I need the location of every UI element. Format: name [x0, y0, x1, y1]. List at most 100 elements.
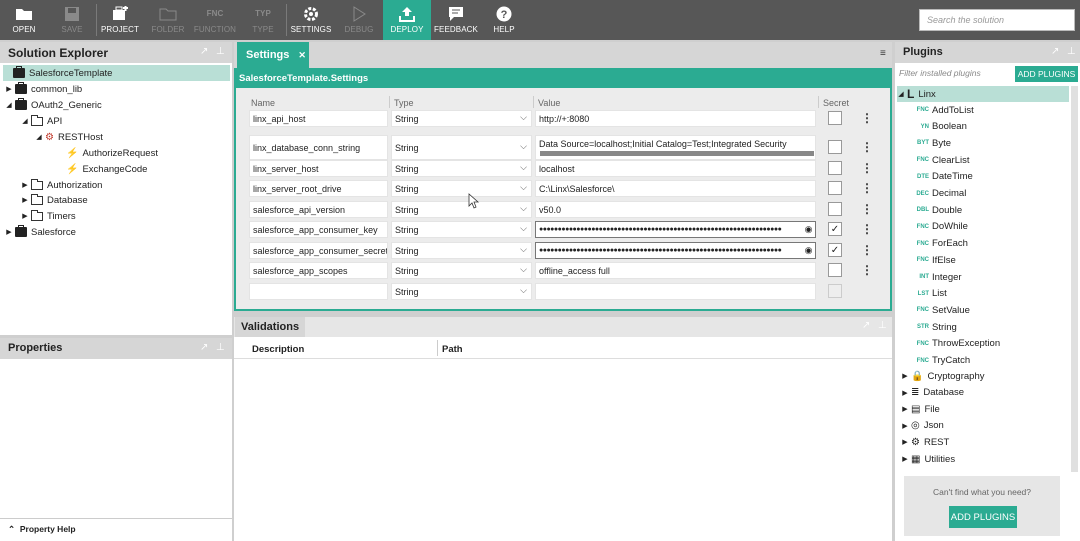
tab-settings[interactable]: Settings ✕	[237, 42, 309, 68]
tree-item-common-lib[interactable]: ▶ common_lib	[5, 81, 82, 97]
deploy-button[interactable]: DEPLOY	[383, 0, 431, 40]
row-menu-icon[interactable]: ⋮	[861, 141, 873, 153]
setting-name-cell[interactable]: salesforce_app_scopes	[249, 262, 388, 279]
setting-type-cell[interactable]: String ⌵	[391, 262, 532, 279]
setting-type-cell[interactable]: String ⌵	[391, 283, 532, 300]
plugin-item[interactable]: INT Integer	[913, 269, 961, 285]
eye-icon[interactable]: ◉	[804, 245, 813, 256]
plugins-scrollbar[interactable]	[1071, 86, 1078, 472]
plugin-item[interactable]: BYT Byte	[913, 135, 951, 151]
settings-button[interactable]: SETTINGS	[289, 0, 333, 40]
close-icon[interactable]: ✕	[298, 50, 306, 60]
plugin-item[interactable]: LST List	[913, 286, 947, 302]
tree-item-database[interactable]: ▶ Database	[21, 192, 88, 208]
tree-item-salesforce[interactable]: ▶ Salesforce	[5, 224, 76, 240]
plugin-group[interactable]: ▶ ≣ Database	[901, 385, 964, 401]
row-menu-icon[interactable]: ⋮	[861, 264, 873, 276]
pin-icon[interactable]: ⊥	[1067, 46, 1076, 57]
plugin-group[interactable]: ▶ ⚙ REST	[901, 434, 949, 450]
setting-name-cell[interactable]	[249, 283, 388, 300]
undock-icon[interactable]: ↗	[862, 320, 870, 331]
setting-value-cell[interactable]: v50.0	[535, 201, 816, 218]
tree-item-timers[interactable]: ▶ Timers	[21, 208, 76, 224]
row-menu-icon[interactable]: ⋮	[861, 112, 873, 124]
row-menu-icon[interactable]: ⋮	[861, 203, 873, 215]
undock-icon[interactable]: ↗	[200, 46, 208, 57]
type-button[interactable]: TYP TYPE	[244, 0, 282, 40]
setting-name-cell[interactable]: salesforce_app_consumer_secret	[249, 242, 388, 259]
folder-button[interactable]: FOLDER	[148, 0, 188, 40]
tree-item-api[interactable]: ◢ API	[21, 113, 62, 129]
plugin-group[interactable]: ▶ ▦ Utilities	[901, 451, 955, 467]
plugin-item[interactable]: FNC IfElse	[913, 252, 956, 268]
tree-item-authorization[interactable]: ▶ Authorization	[21, 177, 102, 193]
plugin-item[interactable]: FNC ThrowException	[913, 336, 1000, 352]
function-button[interactable]: FNC FUNCTION	[192, 0, 238, 40]
feedback-button[interactable]: FEEDBACK	[433, 0, 479, 40]
tree-item-oauth2-generic[interactable]: ◢ OAuth2_Generic	[5, 97, 102, 113]
tree-item-exchangecode[interactable]: ⚡ ExchangeCode	[66, 161, 147, 177]
setting-type-cell[interactable]: String ⌵	[391, 221, 532, 238]
add-plugins-button[interactable]: ADD PLUGINS	[1015, 66, 1078, 82]
plugin-group-linx[interactable]: ◢ L Linx	[897, 86, 1069, 102]
setting-value-cell[interactable]: ●●●●●●●●●●●●●●●●●●●●●●●●●●●●●●●●●●●●●●●●…	[535, 242, 816, 259]
setting-name-cell[interactable]: linx_database_conn_string	[249, 135, 388, 160]
plugin-item[interactable]: FNC DoWhile	[913, 219, 968, 235]
setting-name-cell[interactable]: linx_server_host	[249, 160, 388, 177]
tree-item-salesforcetemplate[interactable]: SalesforceTemplate	[3, 65, 230, 81]
pin-icon[interactable]: ⊥	[216, 46, 225, 57]
search-input[interactable]: Search the solution	[919, 9, 1075, 31]
tree-item-resthost[interactable]: ◢ ⚙ RESTHost	[35, 129, 103, 145]
tab-list-icon[interactable]: ≡	[880, 48, 886, 59]
undock-icon[interactable]: ↗	[1051, 46, 1059, 57]
open-button[interactable]: OPEN	[4, 0, 44, 40]
plugin-item[interactable]: FNC AddToList	[913, 102, 974, 118]
setting-value-cell[interactable]: http://+:8080	[535, 110, 816, 127]
plugin-item[interactable]: STR String	[913, 319, 957, 335]
property-help-toggle[interactable]: ⌃ Property Help	[8, 524, 76, 535]
undock-icon[interactable]: ↗	[200, 342, 208, 353]
row-menu-icon[interactable]: ⋮	[861, 223, 873, 235]
setting-name-cell[interactable]: linx_server_root_drive	[249, 180, 388, 197]
debug-button[interactable]: DEBUG	[339, 0, 379, 40]
plugin-item[interactable]: FNC SetValue	[913, 302, 970, 318]
setting-name-cell[interactable]: linx_api_host	[249, 110, 388, 127]
plugin-item[interactable]: DEC Decimal	[913, 186, 966, 202]
setting-value-cell[interactable]	[535, 283, 816, 300]
setting-value-cell[interactable]: localhost	[535, 160, 816, 177]
secret-checkbox[interactable]	[828, 111, 842, 125]
setting-type-cell[interactable]: String ⌵	[391, 160, 532, 177]
secret-checkbox[interactable]	[828, 181, 842, 195]
plugin-item[interactable]: FNC TryCatch	[913, 353, 971, 369]
add-plugins-button-bottom[interactable]: ADD PLUGINS	[949, 506, 1017, 528]
secret-checkbox[interactable]	[828, 140, 842, 154]
plugin-item[interactable]: YN Boolean	[913, 119, 967, 135]
setting-type-cell[interactable]: String ⌵	[391, 180, 532, 197]
tree-item-authorizerequest[interactable]: ⚡ AuthorizeRequest	[66, 145, 158, 161]
secret-checkbox[interactable]	[828, 263, 842, 277]
pin-icon[interactable]: ⊥	[216, 342, 225, 353]
horizontal-scrollbar[interactable]	[540, 151, 814, 156]
setting-type-cell[interactable]: String ⌵	[391, 201, 532, 218]
setting-value-cell[interactable]: Data Source=localhost;Initial Catalog=Te…	[535, 135, 816, 160]
setting-type-cell[interactable]: String ⌵	[391, 135, 532, 160]
plugin-item[interactable]: FNC ForEach	[913, 236, 968, 252]
plugin-item[interactable]: FNC ClearList	[913, 152, 970, 168]
row-menu-icon[interactable]: ⋮	[861, 162, 873, 174]
plugin-group[interactable]: ▶ ▤ File	[901, 401, 939, 417]
setting-name-cell[interactable]: salesforce_app_consumer_key	[249, 221, 388, 238]
setting-value-cell[interactable]: offline_access full	[535, 262, 816, 279]
secret-checkbox[interactable]	[828, 161, 842, 175]
plugin-filter-input[interactable]: Filter installed plugins	[899, 68, 1011, 82]
secret-checkbox[interactable]: ✓	[828, 243, 842, 257]
setting-type-cell[interactable]: String ⌵	[391, 242, 532, 259]
help-button[interactable]: ? HELP	[486, 0, 522, 40]
row-menu-icon[interactable]: ⋮	[861, 182, 873, 194]
setting-value-cell[interactable]: ●●●●●●●●●●●●●●●●●●●●●●●●●●●●●●●●●●●●●●●●…	[535, 221, 816, 238]
plugin-group[interactable]: ▶ 🔒 Cryptography	[901, 368, 984, 384]
pin-icon[interactable]: ⊥	[878, 320, 887, 331]
save-button[interactable]: SAVE	[52, 0, 92, 40]
setting-value-cell[interactable]: C:\Linx\Salesforce\	[535, 180, 816, 197]
row-menu-icon[interactable]: ⋮	[861, 244, 873, 256]
plugin-item[interactable]: DBL Double	[913, 202, 962, 218]
